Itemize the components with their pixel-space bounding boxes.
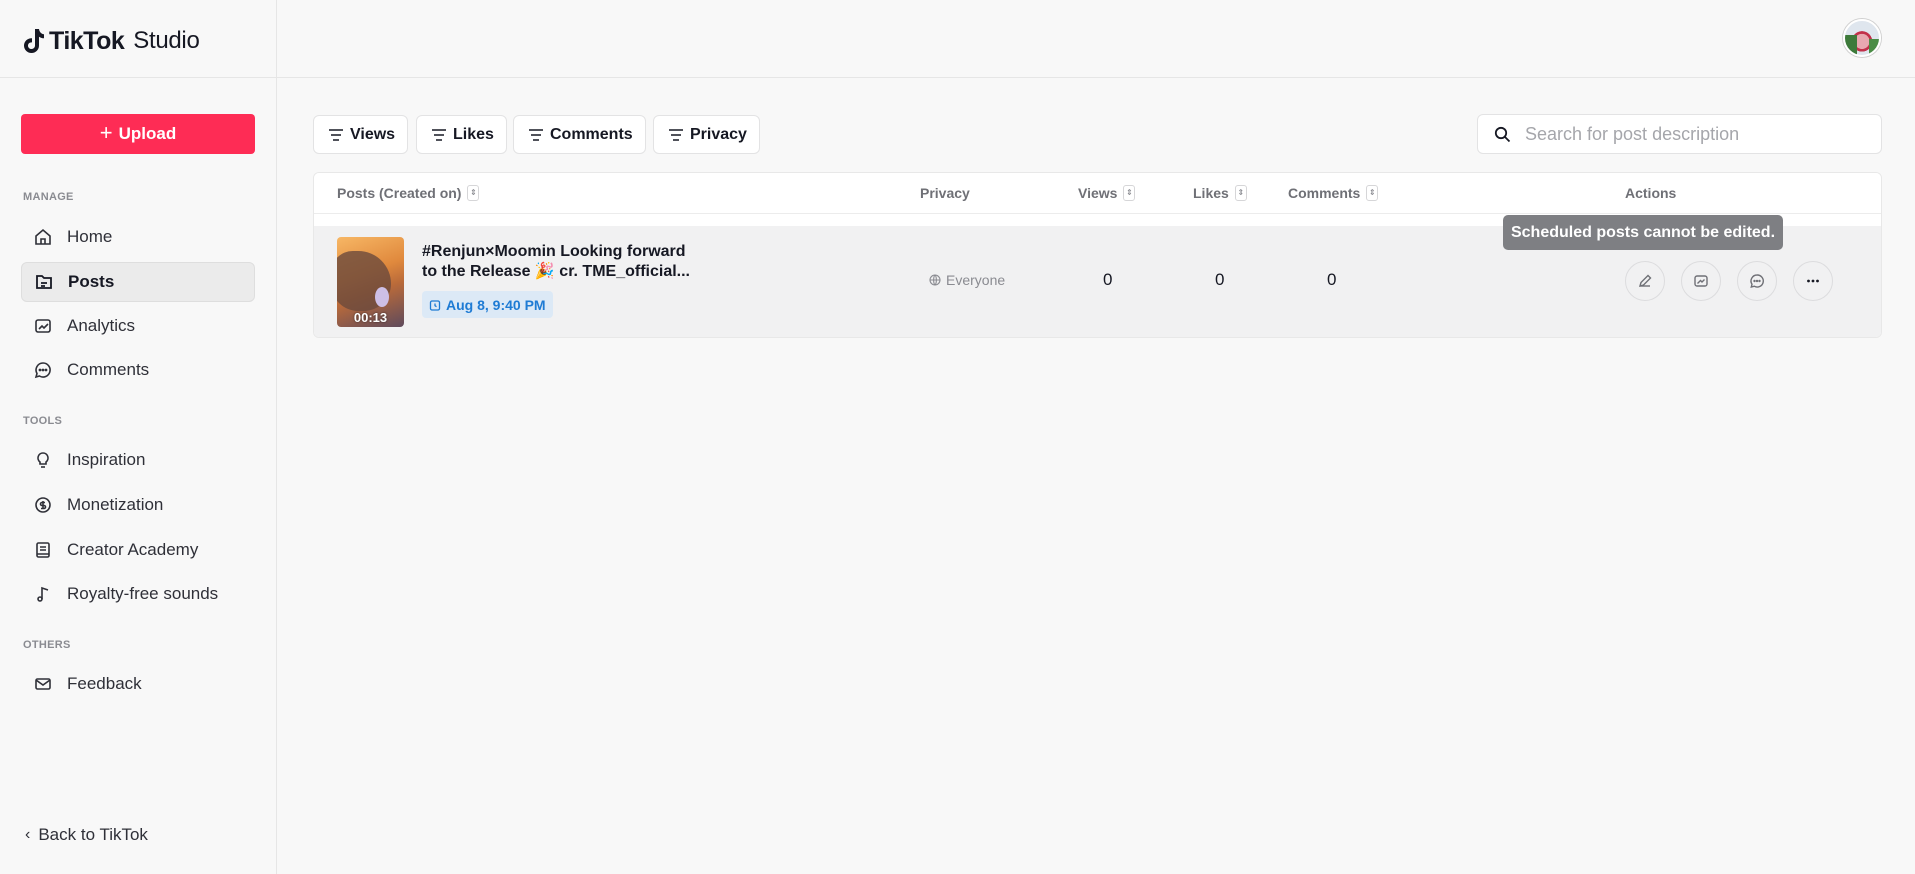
column-header-label: Likes	[1193, 185, 1229, 201]
filter-icon	[329, 128, 343, 141]
brand-name: TikTok	[49, 26, 125, 55]
avatar[interactable]	[1843, 19, 1881, 57]
sort-icon: ⇕	[1234, 185, 1247, 201]
scheduled-date-badge: Aug 8, 9:40 PM	[422, 291, 553, 318]
pencil-icon	[1638, 274, 1652, 288]
post-description[interactable]: #Renjun×Moomin Looking forward to the Re…	[422, 242, 692, 282]
academy-icon	[33, 540, 53, 560]
dollar-icon	[33, 495, 53, 515]
post-comments-button[interactable]	[1737, 261, 1777, 301]
sidebar-item-label: Posts	[68, 272, 115, 291]
edit-post-button[interactable]	[1625, 261, 1665, 301]
filter-privacy-button[interactable]: Privacy	[653, 115, 760, 154]
sort-icon: ⇕	[1366, 185, 1379, 201]
privacy-value: Everyone	[946, 272, 1006, 288]
sort-icon: ⇕	[467, 185, 480, 201]
home-icon	[33, 227, 53, 247]
sidebar-item-creator-academy[interactable]: Creator Academy	[21, 530, 255, 570]
sidebar-divider	[0, 77, 277, 78]
music-note-icon	[33, 584, 53, 604]
video-duration: 00:13	[353, 310, 388, 325]
brand-suffix: Studio	[133, 27, 200, 54]
sidebar-item-label: Monetization	[67, 495, 164, 514]
sidebar-item-inspiration[interactable]: Inspiration	[21, 440, 255, 480]
back-label: Back to TikTok	[38, 825, 148, 844]
sidebar-item-analytics[interactable]: Analytics	[21, 306, 255, 346]
column-header-privacy: Privacy	[920, 185, 970, 201]
filter-icon	[669, 128, 683, 141]
table-header: Posts (Created on) ⇕ Privacy Views ⇕ Lik…	[314, 173, 1881, 214]
sidebar-item-home[interactable]: Home	[21, 217, 255, 257]
lightbulb-icon	[33, 450, 53, 470]
sidebar-item-feedback[interactable]: Feedback	[21, 664, 255, 704]
tiktok-studio-logo[interactable]: TikTok Studio	[21, 24, 200, 58]
chevron-left-icon: ‹	[25, 826, 31, 843]
comment-icon	[1750, 274, 1764, 288]
column-header-posts[interactable]: Posts (Created on) ⇕	[337, 185, 480, 201]
sidebar-item-posts[interactable]: Posts	[21, 262, 255, 302]
sidebar-item-comments[interactable]: Comments	[21, 350, 255, 390]
column-header-comments[interactable]: Comments ⇕	[1288, 185, 1379, 201]
filter-label: Privacy	[690, 125, 747, 143]
back-to-tiktok-link[interactable]: ‹ Back to TikTok	[25, 825, 148, 845]
filter-icon	[432, 128, 446, 141]
filter-comments-button[interactable]: Comments	[513, 115, 646, 154]
sidebar-item-royalty-free-sounds[interactable]: Royalty-free sounds	[21, 574, 255, 614]
section-title-tools: TOOLS	[23, 415, 63, 427]
column-header-actions: Actions	[1625, 185, 1676, 201]
more-icon	[1807, 279, 1819, 283]
tiktok-logo-icon	[24, 29, 44, 53]
sidebar-item-label: Inspiration	[67, 450, 146, 469]
mail-icon	[33, 674, 53, 694]
column-header-label: Privacy	[920, 185, 970, 201]
plus-icon: +	[99, 120, 113, 145]
views-count: 0	[1103, 270, 1113, 289]
alarm-clock-icon	[429, 299, 441, 311]
post-thumbnail[interactable]: 00:13	[337, 237, 404, 327]
edit-disabled-tooltip: Scheduled posts cannot be edited.	[1503, 215, 1783, 250]
filter-label: Likes	[453, 125, 494, 143]
search-icon	[1494, 126, 1511, 142]
column-header-label: Actions	[1625, 185, 1677, 201]
posts-table: Posts (Created on) ⇕ Privacy Views ⇕ Lik…	[313, 172, 1882, 338]
upload-button[interactable]: + Upload	[21, 114, 255, 154]
filter-icon	[529, 128, 543, 141]
post-analytics-button[interactable]	[1681, 261, 1721, 301]
sidebar-item-label: Feedback	[67, 674, 142, 693]
scheduled-date-text: Aug 8, 9:40 PM	[446, 296, 546, 313]
sidebar-item-label: Comments	[67, 360, 150, 379]
column-header-likes[interactable]: Likes ⇕	[1193, 185, 1247, 201]
search-box	[1477, 114, 1882, 154]
section-title-others: OTHERS	[23, 639, 71, 651]
sidebar-item-label: Creator Academy	[67, 540, 199, 559]
topbar-divider	[277, 77, 1915, 78]
analytics-icon	[33, 316, 53, 336]
search-input[interactable]	[1525, 123, 1865, 145]
analytics-icon	[1694, 275, 1708, 287]
likes-count: 0	[1215, 270, 1225, 289]
sort-icon: ⇕	[1123, 185, 1136, 201]
upload-label: Upload	[118, 124, 177, 143]
column-header-label: Comments	[1288, 185, 1361, 201]
filter-views-button[interactable]: Views	[313, 115, 409, 154]
column-header-label: Views	[1078, 185, 1118, 201]
filter-likes-button[interactable]: Likes	[416, 115, 507, 154]
privacy-cell: Everyone	[929, 272, 1005, 288]
sidebar-item-label: Home	[67, 227, 113, 246]
posts-icon	[34, 272, 54, 292]
sidebar-item-monetization[interactable]: Monetization	[21, 485, 255, 525]
section-title-manage: MANAGE	[23, 191, 74, 203]
sidebar-item-label: Royalty-free sounds	[67, 584, 219, 603]
comments-icon	[33, 360, 53, 380]
more-options-button[interactable]	[1793, 261, 1833, 301]
filter-label: Comments	[550, 125, 633, 143]
sidebar: TikTok Studio + Upload MANAGE Home Posts…	[0, 0, 277, 874]
comments-count: 0	[1327, 270, 1337, 289]
column-header-views[interactable]: Views ⇕	[1078, 185, 1136, 201]
column-header-label: Posts (Created on)	[337, 185, 462, 201]
sidebar-item-label: Analytics	[67, 316, 136, 335]
filter-label: Views	[350, 125, 396, 143]
globe-icon	[929, 274, 941, 286]
